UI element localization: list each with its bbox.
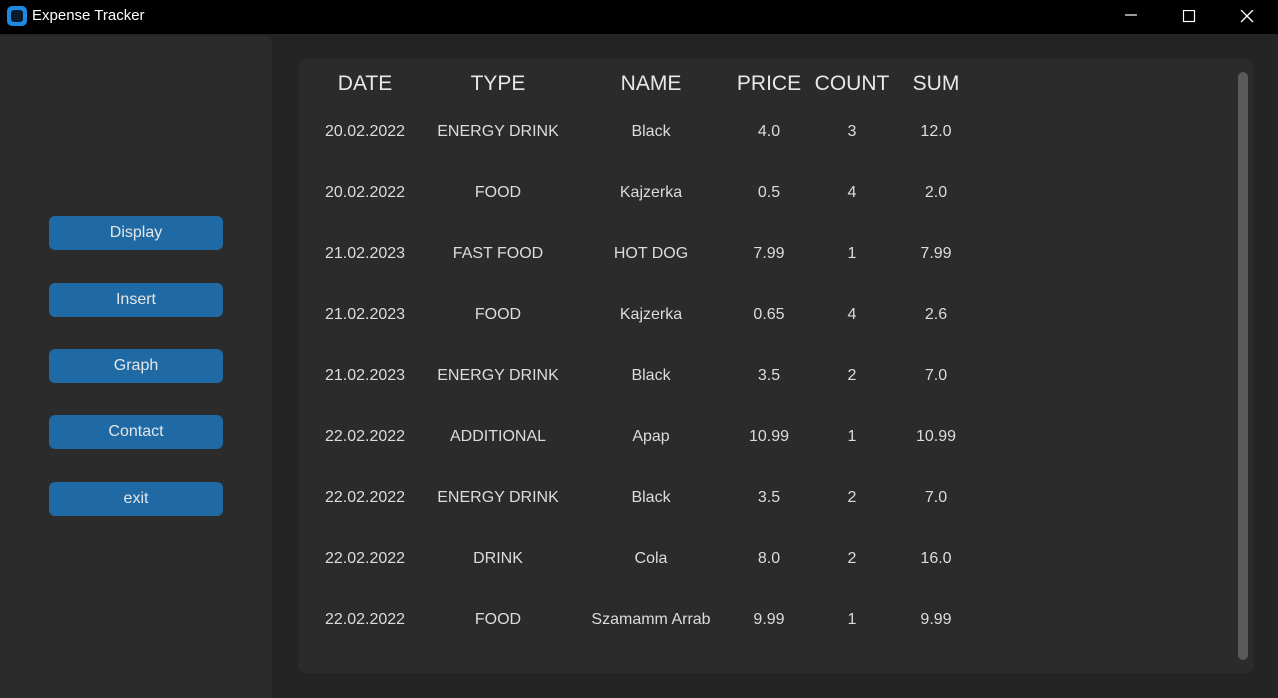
graph-button[interactable]: Graph [49, 349, 223, 383]
window-title: Expense Tracker [32, 7, 145, 24]
table-cell-count: 2 [847, 550, 857, 567]
column-header-count: COUNT [814, 72, 890, 95]
table-cell-name: Apap [632, 428, 670, 445]
table-cell-date: 21.02.2023 [324, 306, 406, 323]
table-cell-count: 4 [847, 184, 857, 201]
table-cell-name: Black [631, 123, 671, 140]
table-cell-date: 22.02.2022 [324, 489, 406, 506]
column-header-date: DATE [337, 72, 393, 95]
table-cell-type: DRINK [473, 550, 523, 567]
table-cell-sum: 7.0 [924, 367, 948, 384]
table-cell-count: 3 [847, 123, 857, 140]
app-window: Expense Tracker Display Insert Graph Con… [0, 0, 1278, 698]
table-cell-type: FOOD [474, 611, 522, 628]
column-header-name: NAME [620, 72, 682, 95]
table-cell-name: Kajzerka [619, 306, 683, 323]
table-cell-type: FAST FOOD [452, 245, 544, 262]
table-cell-count: 2 [847, 489, 857, 506]
table-cell-sum: 10.99 [915, 428, 957, 445]
table-cell-count: 1 [847, 428, 857, 445]
expense-table-panel[interactable] [298, 59, 1254, 673]
table-cell-count: 1 [847, 245, 857, 262]
table-cell-type: FOOD [474, 306, 522, 323]
maximize-icon [1182, 10, 1196, 23]
title-bar[interactable]: Expense Tracker [0, 0, 1278, 34]
table-cell-sum: 12.0 [920, 123, 952, 140]
column-header-type: TYPE [470, 72, 526, 95]
table-cell-price: 8.0 [757, 550, 781, 567]
table-cell-name: Black [631, 367, 671, 384]
close-button[interactable] [1218, 0, 1276, 34]
table-cell-price: 9.99 [753, 611, 785, 628]
table-cell-sum: 7.0 [924, 489, 948, 506]
table-cell-price: 4.0 [757, 123, 781, 140]
table-cell-sum: 2.6 [924, 306, 948, 323]
table-cell-date: 20.02.2022 [324, 184, 406, 201]
minimize-icon [1125, 14, 1137, 16]
table-cell-price: 0.5 [757, 184, 781, 201]
contact-button[interactable]: Contact [49, 415, 223, 449]
table-cell-name: Black [631, 489, 671, 506]
close-icon [1240, 10, 1254, 23]
table-cell-sum: 16.0 [920, 550, 952, 567]
app-logo-icon [7, 6, 27, 26]
column-header-sum: SUM [912, 72, 960, 95]
table-cell-name: Kajzerka [619, 184, 683, 201]
table-cell-type: ENERGY DRINK [437, 489, 559, 506]
table-cell-count: 1 [847, 611, 857, 628]
table-cell-price: 3.5 [757, 489, 781, 506]
table-cell-date: 22.02.2022 [324, 428, 406, 445]
minimize-button[interactable] [1102, 0, 1160, 34]
table-cell-sum: 7.99 [920, 245, 952, 262]
table-cell-price: 0.65 [753, 306, 785, 323]
table-cell-sum: 2.0 [924, 184, 948, 201]
display-button[interactable]: Display [49, 216, 223, 250]
insert-button[interactable]: Insert [49, 283, 223, 317]
column-header-price: PRICE [736, 72, 802, 95]
table-scrollbar[interactable] [1238, 72, 1248, 660]
table-cell-sum: 9.99 [920, 611, 952, 628]
exit-button[interactable]: exit [49, 482, 223, 516]
sidebar: Display Insert Graph Contact exit [0, 36, 272, 698]
table-cell-date: 21.02.2023 [324, 367, 406, 384]
table-cell-name: Cola [634, 550, 668, 567]
table-cell-type: ADDITIONAL [449, 428, 547, 445]
table-cell-price: 7.99 [753, 245, 785, 262]
table-cell-date: 20.02.2022 [324, 123, 406, 140]
table-cell-price: 10.99 [748, 428, 790, 445]
table-cell-name: HOT DOG [613, 245, 689, 262]
maximize-button[interactable] [1160, 0, 1218, 34]
table-cell-price: 3.5 [757, 367, 781, 384]
table-cell-count: 4 [847, 306, 857, 323]
table-cell-type: FOOD [474, 184, 522, 201]
table-cell-count: 2 [847, 367, 857, 384]
table-cell-date: 22.02.2022 [324, 550, 406, 567]
table-cell-date: 21.02.2023 [324, 245, 406, 262]
table-cell-name: Szamamm Arrab [591, 611, 711, 628]
table-cell-type: ENERGY DRINK [437, 367, 559, 384]
table-cell-type: ENERGY DRINK [437, 123, 559, 140]
table-cell-date: 22.02.2022 [324, 611, 406, 628]
